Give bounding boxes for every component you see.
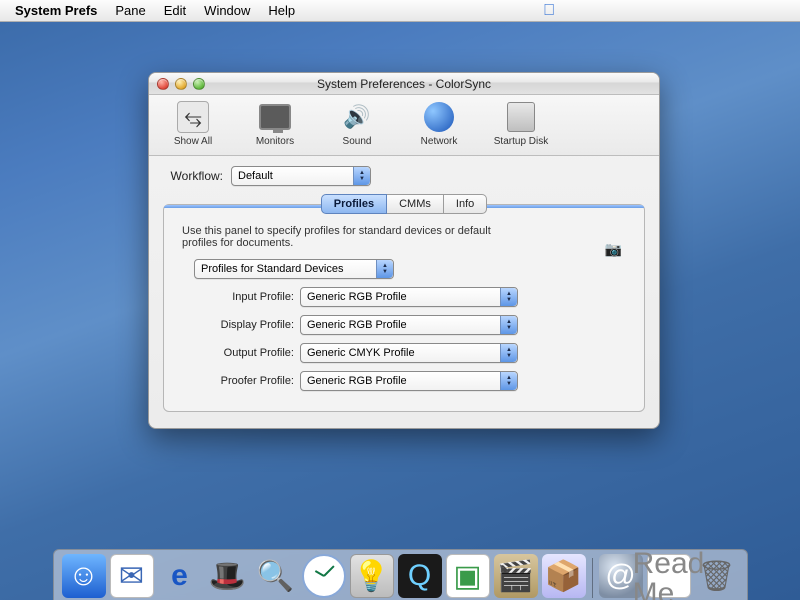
display-profile-popup[interactable]: Generic RGB Profile ▲▼ (300, 315, 518, 335)
dock-sherlock-icon[interactable]: 🎩 (206, 554, 250, 598)
monitor-icon (259, 101, 291, 133)
window-title: System Preferences - ColorSync (149, 77, 659, 91)
popup-arrows-icon: ▲▼ (376, 260, 393, 278)
workflow-value: Default (238, 170, 273, 182)
dock: ☺ ✉︎ e 🎩 🔍 💡 Q ▣ 🎬 📦 @ Read Me 🗑 (53, 549, 748, 600)
camera-icon[interactable]: 📷 (605, 241, 622, 258)
toolbar-monitors-label: Monitors (256, 136, 294, 147)
proofer-profile-popup[interactable]: Generic RGB Profile ▲▼ (300, 371, 518, 391)
toolbar-monitors[interactable]: Monitors (245, 101, 305, 147)
display-profile-value: Generic RGB Profile (307, 319, 407, 331)
dock-mail-icon[interactable]: ✉︎ (110, 554, 154, 598)
dock-quicktime-icon[interactable]: Q (398, 554, 442, 598)
tab-profiles-label: Profiles (334, 198, 374, 210)
popup-arrows-icon: ▲▼ (500, 316, 517, 334)
tab-info[interactable]: Info (444, 194, 487, 214)
window-body: Workflow: Default ▲▼ Profiles CMMs Info … (149, 156, 659, 428)
tab-cmms[interactable]: CMMs (387, 194, 444, 214)
dock-separator (592, 558, 593, 598)
pane-description: Use this panel to specify profiles for s… (182, 225, 522, 249)
menu-edit[interactable]: Edit (155, 3, 195, 18)
popup-arrows-icon: ▲▼ (500, 372, 517, 390)
output-profile-value: Generic CMYK Profile (307, 347, 415, 359)
popup-arrows-icon: ▲▼ (353, 167, 370, 185)
tab-cmms-label: CMMs (399, 198, 431, 210)
close-button[interactable] (157, 78, 169, 90)
toolbar-network-label: Network (421, 136, 458, 147)
toolbar-startup-disk-label: Startup Disk (494, 136, 548, 147)
menu-help[interactable]: Help (259, 3, 304, 18)
proofer-profile-label: Proofer Profile: (182, 375, 294, 387)
workflow-label: Workflow: (163, 169, 223, 183)
tab-profiles[interactable]: Profiles (321, 194, 387, 214)
profiles-pane: Use this panel to specify profiles for s… (163, 204, 645, 412)
dock-trash-icon[interactable]: 🗑 (695, 554, 739, 598)
menu-window[interactable]: Window (195, 3, 259, 18)
dock-clock-icon[interactable] (302, 554, 346, 598)
menubar: System Prefs Pane Edit Window Help  (0, 0, 800, 22)
zoom-button[interactable] (193, 78, 205, 90)
output-profile-label: Output Profile: (182, 347, 294, 359)
proofer-profile-value: Generic RGB Profile (307, 375, 407, 387)
popup-arrows-icon: ▲▼ (500, 288, 517, 306)
menu-pane[interactable]: Pane (106, 3, 154, 18)
minimize-button[interactable] (175, 78, 187, 90)
popup-arrows-icon: ▲▼ (500, 344, 517, 362)
dock-readme-label: Read Me (633, 549, 705, 600)
display-profile-label: Display Profile: (182, 319, 294, 331)
input-profile-value: Generic RGB Profile (307, 291, 407, 303)
tab-info-label: Info (456, 198, 474, 210)
dock-area: ☺ ✉︎ e 🎩 🔍 💡 Q ▣ 🎬 📦 @ Read Me 🗑 (0, 549, 800, 600)
disk-icon (505, 101, 537, 133)
toolbar-network[interactable]: Network (409, 101, 469, 147)
tabs: Profiles CMMs Info (321, 194, 488, 214)
dock-ie-icon[interactable]: e (158, 554, 202, 598)
toolbar: ⥃ Show All Monitors 🔊 Sound Network Star… (149, 95, 659, 156)
apple-menu-icon[interactable]:  (535, 2, 563, 20)
profile-category-value: Profiles for Standard Devices (201, 263, 343, 275)
dock-imovie-icon[interactable]: 🎬 (494, 554, 538, 598)
dock-magnify-icon[interactable]: 🔍 (254, 554, 298, 598)
globe-icon (423, 101, 455, 133)
dock-software-icon[interactable]: 📦 (542, 554, 586, 598)
toolbar-sound-label: Sound (343, 136, 372, 147)
dock-readme-icon[interactable]: Read Me (647, 554, 691, 598)
prefs-window: System Preferences - ColorSync ⥃ Show Al… (148, 72, 660, 429)
input-profile-label: Input Profile: (182, 291, 294, 303)
titlebar[interactable]: System Preferences - ColorSync (149, 73, 659, 95)
show-all-icon: ⥃ (177, 101, 209, 133)
speaker-icon: 🔊 (341, 101, 373, 133)
input-profile-popup[interactable]: Generic RGB Profile ▲▼ (300, 287, 518, 307)
toolbar-show-all[interactable]: ⥃ Show All (163, 101, 223, 147)
workflow-popup[interactable]: Default ▲▼ (231, 166, 371, 186)
menu-app[interactable]: System Prefs (6, 3, 106, 18)
dock-finder-icon[interactable]: ☺ (62, 554, 106, 598)
dock-sysprefs-icon[interactable]: 💡 (350, 554, 394, 598)
profile-category-popup[interactable]: Profiles for Standard Devices ▲▼ (194, 259, 394, 279)
output-profile-popup[interactable]: Generic CMYK Profile ▲▼ (300, 343, 518, 363)
toolbar-startup-disk[interactable]: Startup Disk (491, 101, 551, 147)
toolbar-sound[interactable]: 🔊 Sound (327, 101, 387, 147)
toolbar-show-all-label: Show All (174, 136, 212, 147)
dock-itunes-icon[interactable]: ▣ (446, 554, 490, 598)
